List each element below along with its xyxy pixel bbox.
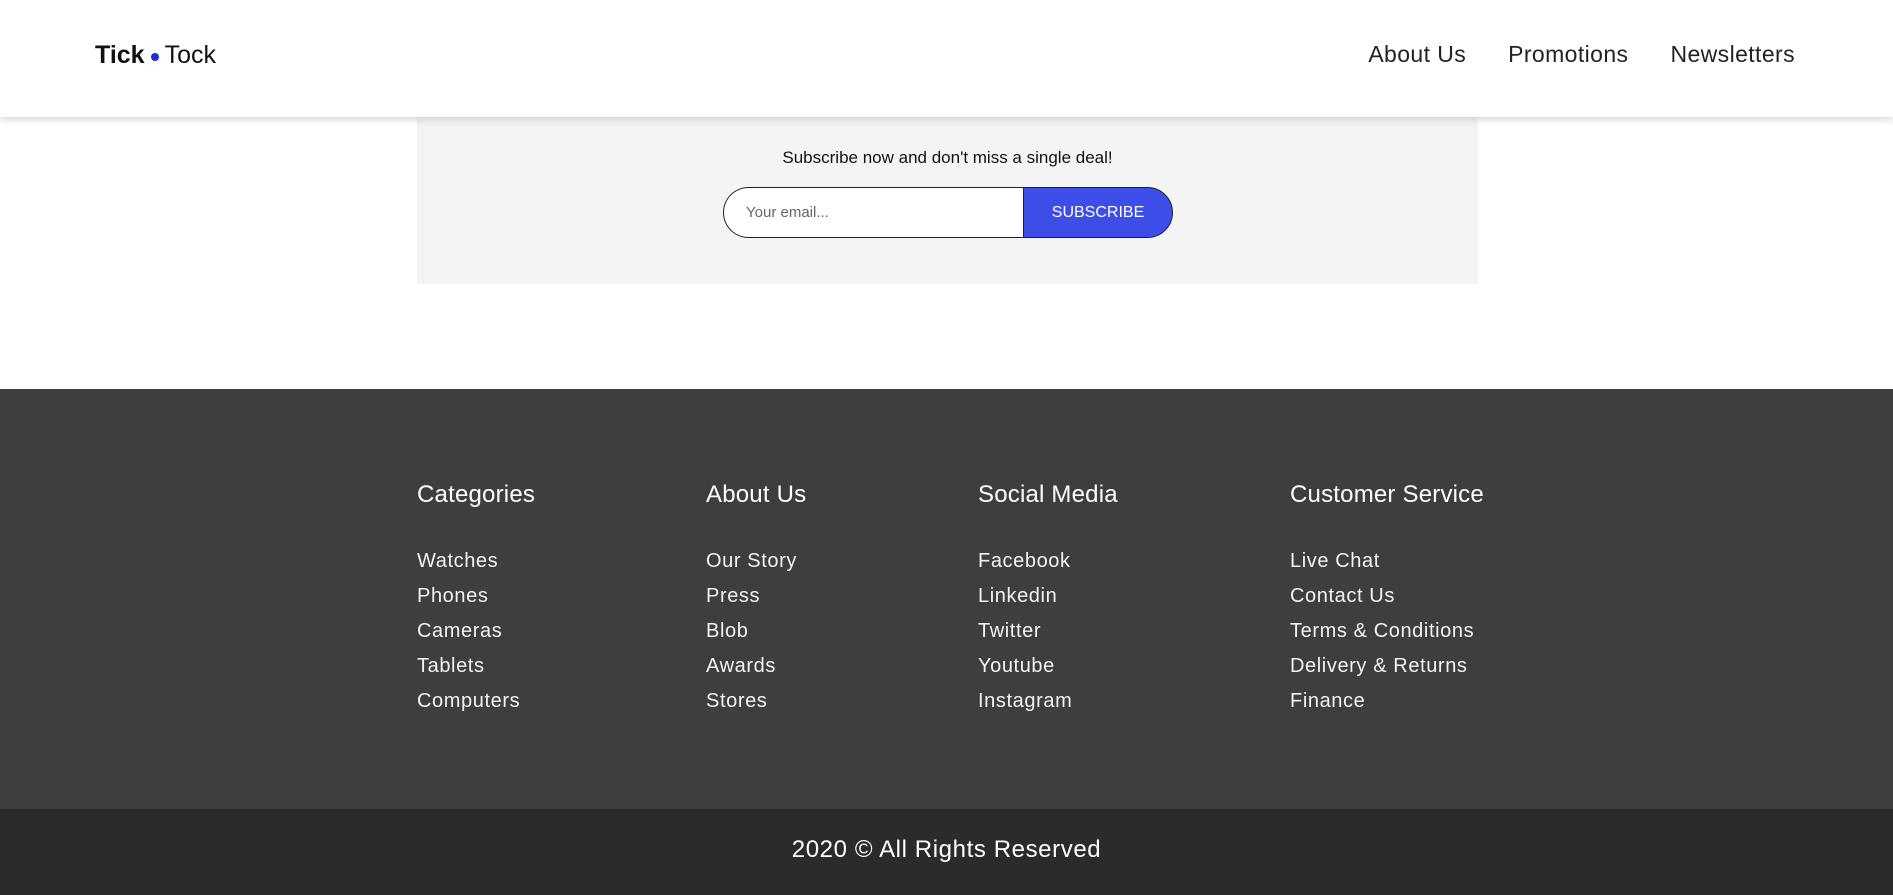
email-input[interactable] xyxy=(723,187,1023,238)
footer-column-categories: Categories Watches Phones Cameras Tablet… xyxy=(417,481,535,719)
newsletter-subscribe-section: Subscribe now and don't miss a single de… xyxy=(417,117,1478,284)
logo[interactable]: Tick Tock xyxy=(95,41,216,70)
footer-heading: Social Media xyxy=(978,481,1118,508)
footer-link-our-story[interactable]: Our Story xyxy=(706,544,806,579)
subscribe-form: SUBSCRIBE xyxy=(723,187,1173,238)
copyright-bar: 2020 © All Rights Reserved xyxy=(0,809,1893,895)
footer-link-cameras[interactable]: Cameras xyxy=(417,614,535,649)
subscribe-prompt: Subscribe now and don't miss a single de… xyxy=(782,148,1113,167)
footer-link-press[interactable]: Press xyxy=(706,579,806,614)
logo-text-tick: Tick xyxy=(95,41,145,69)
footer-link-terms-conditions[interactable]: Terms & Conditions xyxy=(1290,614,1484,649)
footer-link-computers[interactable]: Computers xyxy=(417,684,535,719)
footer-column-social-media: Social Media Facebook Linkedin Twitter Y… xyxy=(978,481,1118,719)
top-navbar: Tick Tock About Us Promotions Newsletter… xyxy=(0,0,1893,117)
footer-column-customer-service: Customer Service Live Chat Contact Us Te… xyxy=(1290,481,1484,719)
footer-heading: Categories xyxy=(417,481,536,508)
logo-dot-icon xyxy=(150,52,159,61)
footer-link-awards[interactable]: Awards xyxy=(706,649,806,684)
footer-link-stores[interactable]: Stores xyxy=(706,684,806,719)
copyright-text: 2020 © All Rights Reserved xyxy=(791,836,1102,863)
footer-link-linkedin[interactable]: Linkedin xyxy=(978,579,1118,614)
nav-about-us[interactable]: About Us xyxy=(1368,41,1466,68)
footer-link-phones[interactable]: Phones xyxy=(417,579,535,614)
logo-text-tock: Tock xyxy=(164,41,216,69)
footer: Categories Watches Phones Cameras Tablet… xyxy=(0,389,1893,809)
footer-link-finance[interactable]: Finance xyxy=(1290,684,1484,719)
page: Tick Tock About Us Promotions Newsletter… xyxy=(0,0,1893,895)
main-nav: About Us Promotions Newsletters xyxy=(1368,41,1795,68)
footer-link-contact-us[interactable]: Contact Us xyxy=(1290,579,1484,614)
nav-newsletters[interactable]: Newsletters xyxy=(1670,41,1795,68)
footer-link-youtube[interactable]: Youtube xyxy=(978,649,1118,684)
footer-heading: Customer Service xyxy=(1290,481,1484,508)
footer-link-delivery-returns[interactable]: Delivery & Returns xyxy=(1290,649,1484,684)
footer-link-live-chat[interactable]: Live Chat xyxy=(1290,544,1484,579)
subscribe-button[interactable]: SUBSCRIBE xyxy=(1023,187,1173,238)
footer-heading: About Us xyxy=(706,481,807,508)
footer-link-tablets[interactable]: Tablets xyxy=(417,649,535,684)
footer-link-twitter[interactable]: Twitter xyxy=(978,614,1118,649)
footer-link-watches[interactable]: Watches xyxy=(417,544,535,579)
nav-promotions[interactable]: Promotions xyxy=(1508,41,1628,68)
footer-link-facebook[interactable]: Facebook xyxy=(978,544,1118,579)
footer-link-blob[interactable]: Blob xyxy=(706,614,806,649)
footer-link-instagram[interactable]: Instagram xyxy=(978,684,1118,719)
footer-column-about-us: About Us Our Story Press Blob Awards Sto… xyxy=(706,481,806,719)
